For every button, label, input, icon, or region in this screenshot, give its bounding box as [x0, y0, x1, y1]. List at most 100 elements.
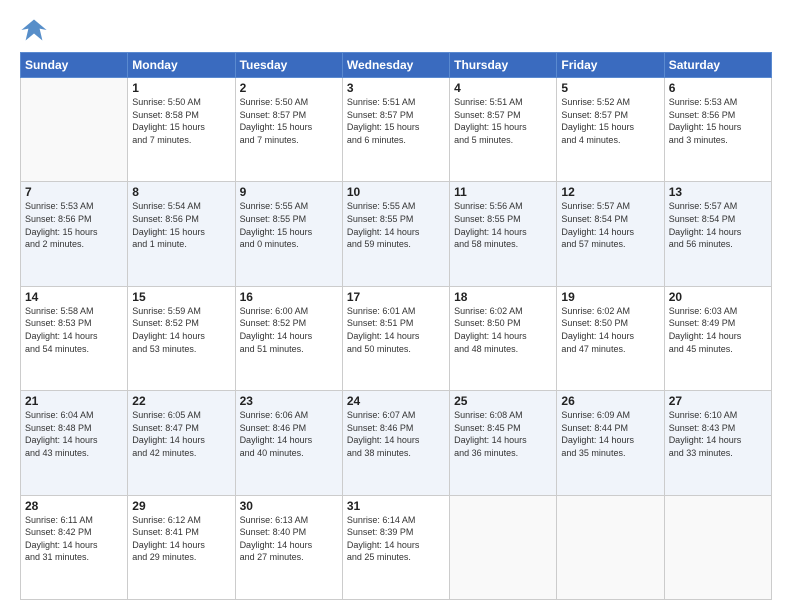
day-info: Sunrise: 5:55 AM Sunset: 8:55 PM Dayligh… [240, 200, 338, 250]
day-number: 10 [347, 185, 445, 199]
calendar-header-row: SundayMondayTuesdayWednesdayThursdayFrid… [21, 53, 772, 78]
day-info: Sunrise: 6:05 AM Sunset: 8:47 PM Dayligh… [132, 409, 230, 459]
calendar-cell: 4Sunrise: 5:51 AM Sunset: 8:57 PM Daylig… [450, 78, 557, 182]
day-info: Sunrise: 6:02 AM Sunset: 8:50 PM Dayligh… [454, 305, 552, 355]
calendar-header-sunday: Sunday [21, 53, 128, 78]
calendar-cell: 14Sunrise: 5:58 AM Sunset: 8:53 PM Dayli… [21, 286, 128, 390]
calendar-header-thursday: Thursday [450, 53, 557, 78]
calendar-cell: 5Sunrise: 5:52 AM Sunset: 8:57 PM Daylig… [557, 78, 664, 182]
day-number: 18 [454, 290, 552, 304]
day-info: Sunrise: 5:57 AM Sunset: 8:54 PM Dayligh… [561, 200, 659, 250]
day-number: 2 [240, 81, 338, 95]
day-number: 6 [669, 81, 767, 95]
day-info: Sunrise: 5:51 AM Sunset: 8:57 PM Dayligh… [454, 96, 552, 146]
day-number: 14 [25, 290, 123, 304]
day-info: Sunrise: 6:09 AM Sunset: 8:44 PM Dayligh… [561, 409, 659, 459]
calendar-cell: 10Sunrise: 5:55 AM Sunset: 8:55 PM Dayli… [342, 182, 449, 286]
day-number: 24 [347, 394, 445, 408]
calendar-cell: 8Sunrise: 5:54 AM Sunset: 8:56 PM Daylig… [128, 182, 235, 286]
day-info: Sunrise: 6:02 AM Sunset: 8:50 PM Dayligh… [561, 305, 659, 355]
calendar-cell: 24Sunrise: 6:07 AM Sunset: 8:46 PM Dayli… [342, 391, 449, 495]
day-info: Sunrise: 5:57 AM Sunset: 8:54 PM Dayligh… [669, 200, 767, 250]
day-info: Sunrise: 5:53 AM Sunset: 8:56 PM Dayligh… [669, 96, 767, 146]
day-number: 12 [561, 185, 659, 199]
calendar-cell: 19Sunrise: 6:02 AM Sunset: 8:50 PM Dayli… [557, 286, 664, 390]
calendar-cell: 3Sunrise: 5:51 AM Sunset: 8:57 PM Daylig… [342, 78, 449, 182]
calendar-cell: 9Sunrise: 5:55 AM Sunset: 8:55 PM Daylig… [235, 182, 342, 286]
calendar-week-row: 7Sunrise: 5:53 AM Sunset: 8:56 PM Daylig… [21, 182, 772, 286]
day-number: 23 [240, 394, 338, 408]
calendar-cell: 21Sunrise: 6:04 AM Sunset: 8:48 PM Dayli… [21, 391, 128, 495]
calendar-cell: 29Sunrise: 6:12 AM Sunset: 8:41 PM Dayli… [128, 495, 235, 599]
day-info: Sunrise: 6:03 AM Sunset: 8:49 PM Dayligh… [669, 305, 767, 355]
day-info: Sunrise: 6:01 AM Sunset: 8:51 PM Dayligh… [347, 305, 445, 355]
calendar-week-row: 21Sunrise: 6:04 AM Sunset: 8:48 PM Dayli… [21, 391, 772, 495]
calendar-cell: 27Sunrise: 6:10 AM Sunset: 8:43 PM Dayli… [664, 391, 771, 495]
day-info: Sunrise: 6:08 AM Sunset: 8:45 PM Dayligh… [454, 409, 552, 459]
calendar-cell: 25Sunrise: 6:08 AM Sunset: 8:45 PM Dayli… [450, 391, 557, 495]
day-info: Sunrise: 6:11 AM Sunset: 8:42 PM Dayligh… [25, 514, 123, 564]
calendar-cell: 22Sunrise: 6:05 AM Sunset: 8:47 PM Dayli… [128, 391, 235, 495]
calendar-week-row: 28Sunrise: 6:11 AM Sunset: 8:42 PM Dayli… [21, 495, 772, 599]
calendar-header-saturday: Saturday [664, 53, 771, 78]
calendar-header-friday: Friday [557, 53, 664, 78]
calendar-cell: 28Sunrise: 6:11 AM Sunset: 8:42 PM Dayli… [21, 495, 128, 599]
calendar-cell: 18Sunrise: 6:02 AM Sunset: 8:50 PM Dayli… [450, 286, 557, 390]
calendar-table: SundayMondayTuesdayWednesdayThursdayFrid… [20, 52, 772, 600]
day-number: 21 [25, 394, 123, 408]
day-info: Sunrise: 6:14 AM Sunset: 8:39 PM Dayligh… [347, 514, 445, 564]
day-info: Sunrise: 5:53 AM Sunset: 8:56 PM Dayligh… [25, 200, 123, 250]
calendar-cell: 20Sunrise: 6:03 AM Sunset: 8:49 PM Dayli… [664, 286, 771, 390]
day-number: 31 [347, 499, 445, 513]
day-number: 13 [669, 185, 767, 199]
calendar-cell: 7Sunrise: 5:53 AM Sunset: 8:56 PM Daylig… [21, 182, 128, 286]
day-number: 29 [132, 499, 230, 513]
day-info: Sunrise: 6:00 AM Sunset: 8:52 PM Dayligh… [240, 305, 338, 355]
day-info: Sunrise: 6:07 AM Sunset: 8:46 PM Dayligh… [347, 409, 445, 459]
day-number: 9 [240, 185, 338, 199]
day-info: Sunrise: 5:51 AM Sunset: 8:57 PM Dayligh… [347, 96, 445, 146]
logo-icon [20, 16, 48, 44]
day-number: 15 [132, 290, 230, 304]
day-number: 3 [347, 81, 445, 95]
calendar-cell: 26Sunrise: 6:09 AM Sunset: 8:44 PM Dayli… [557, 391, 664, 495]
calendar-week-row: 1Sunrise: 5:50 AM Sunset: 8:58 PM Daylig… [21, 78, 772, 182]
day-number: 28 [25, 499, 123, 513]
day-number: 17 [347, 290, 445, 304]
calendar-cell [21, 78, 128, 182]
calendar-cell: 17Sunrise: 6:01 AM Sunset: 8:51 PM Dayli… [342, 286, 449, 390]
day-number: 4 [454, 81, 552, 95]
header [20, 16, 772, 44]
day-number: 22 [132, 394, 230, 408]
day-info: Sunrise: 6:13 AM Sunset: 8:40 PM Dayligh… [240, 514, 338, 564]
day-info: Sunrise: 6:04 AM Sunset: 8:48 PM Dayligh… [25, 409, 123, 459]
day-number: 25 [454, 394, 552, 408]
calendar-cell: 13Sunrise: 5:57 AM Sunset: 8:54 PM Dayli… [664, 182, 771, 286]
day-info: Sunrise: 6:10 AM Sunset: 8:43 PM Dayligh… [669, 409, 767, 459]
day-info: Sunrise: 5:52 AM Sunset: 8:57 PM Dayligh… [561, 96, 659, 146]
logo [20, 16, 52, 44]
calendar-header-monday: Monday [128, 53, 235, 78]
calendar-cell: 2Sunrise: 5:50 AM Sunset: 8:57 PM Daylig… [235, 78, 342, 182]
calendar-cell: 1Sunrise: 5:50 AM Sunset: 8:58 PM Daylig… [128, 78, 235, 182]
day-number: 16 [240, 290, 338, 304]
day-info: Sunrise: 5:56 AM Sunset: 8:55 PM Dayligh… [454, 200, 552, 250]
calendar-week-row: 14Sunrise: 5:58 AM Sunset: 8:53 PM Dayli… [21, 286, 772, 390]
day-number: 8 [132, 185, 230, 199]
calendar-header-tuesday: Tuesday [235, 53, 342, 78]
calendar-cell: 6Sunrise: 5:53 AM Sunset: 8:56 PM Daylig… [664, 78, 771, 182]
calendar-header-wednesday: Wednesday [342, 53, 449, 78]
day-number: 5 [561, 81, 659, 95]
day-number: 19 [561, 290, 659, 304]
calendar-cell [450, 495, 557, 599]
calendar-cell: 11Sunrise: 5:56 AM Sunset: 8:55 PM Dayli… [450, 182, 557, 286]
calendar-cell: 16Sunrise: 6:00 AM Sunset: 8:52 PM Dayli… [235, 286, 342, 390]
page: SundayMondayTuesdayWednesdayThursdayFrid… [0, 0, 792, 612]
day-number: 27 [669, 394, 767, 408]
day-info: Sunrise: 6:12 AM Sunset: 8:41 PM Dayligh… [132, 514, 230, 564]
day-number: 20 [669, 290, 767, 304]
day-info: Sunrise: 5:59 AM Sunset: 8:52 PM Dayligh… [132, 305, 230, 355]
calendar-cell: 12Sunrise: 5:57 AM Sunset: 8:54 PM Dayli… [557, 182, 664, 286]
day-number: 1 [132, 81, 230, 95]
day-number: 30 [240, 499, 338, 513]
